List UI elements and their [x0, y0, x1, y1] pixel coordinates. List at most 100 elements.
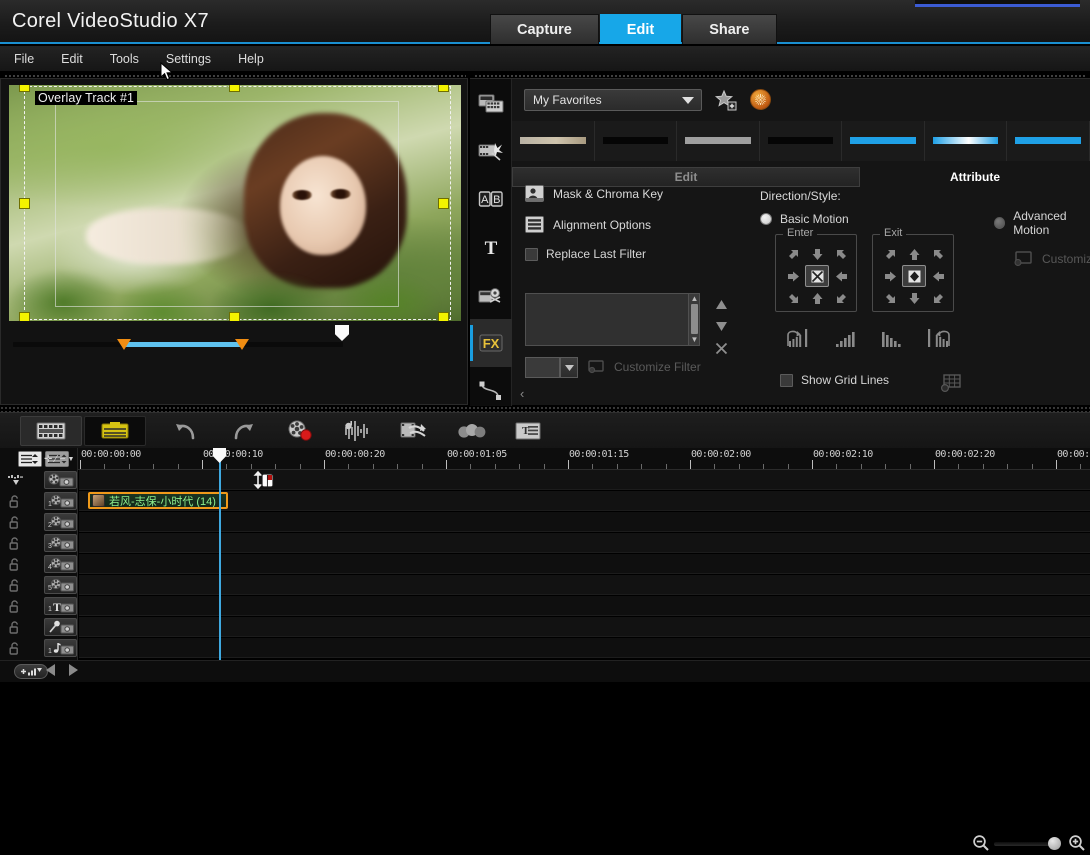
- track-lane-overlay-2[interactable]: [79, 512, 1090, 532]
- track-button-overlay-4[interactable]: 4: [44, 555, 77, 573]
- zoom-out-button[interactable]: [972, 834, 990, 852]
- rail-title-button[interactable]: T: [470, 223, 512, 271]
- track-collapse-icon[interactable]: [8, 474, 23, 486]
- track-lane-overlay-1[interactable]: 若风-志保-小时代 (14): [79, 491, 1090, 511]
- timeline-ruler[interactable]: 00:00:00:00 00:00:00:10 00:00:00:20 00:0…: [78, 448, 1090, 470]
- collapse-panel-arrow-icon[interactable]: ‹: [520, 386, 524, 401]
- library-thumbnail[interactable]: [594, 121, 678, 161]
- replace-last-filter-checkbox[interactable]: [525, 247, 538, 261]
- enter-dir-top[interactable]: [805, 243, 829, 265]
- library-options-orb-button[interactable]: [750, 89, 771, 110]
- resize-handle-bottom-center[interactable]: [229, 312, 240, 321]
- track-button-overlay-2[interactable]: 2: [44, 513, 77, 531]
- resize-handle-bottom-left[interactable]: [19, 312, 30, 321]
- mix-audio-button[interactable]: [326, 416, 388, 446]
- rail-fx-button[interactable]: FX: [470, 319, 512, 367]
- motion-tracking-button[interactable]: [440, 416, 502, 446]
- customize-motion-row[interactable]: Customize: [1012, 250, 1090, 268]
- fade-in-effect-button[interactable]: [777, 324, 823, 350]
- move-filter-up-button[interactable]: [710, 293, 732, 315]
- enter-dir-left[interactable]: [781, 265, 805, 287]
- subtitle-editor-button[interactable]: T: [497, 416, 559, 446]
- track-lane-music[interactable]: [79, 638, 1090, 658]
- track-lane-overlay-5[interactable]: [79, 575, 1090, 595]
- track-lane-voice[interactable]: [79, 617, 1090, 637]
- exit-dir-top-left[interactable]: [878, 243, 902, 265]
- track-button-overlay-3[interactable]: 3: [44, 534, 77, 552]
- redo-button[interactable]: [212, 416, 274, 446]
- timeline-clip[interactable]: 若风-志保-小时代 (14): [88, 492, 228, 509]
- add-to-favorites-button[interactable]: [714, 89, 740, 111]
- exit-dir-top[interactable]: [902, 243, 926, 265]
- preview-scrub-bar[interactable]: [13, 337, 343, 351]
- zoom-in-effect-button[interactable]: [823, 324, 869, 350]
- exit-dir-top-right[interactable]: [926, 243, 950, 265]
- enter-dir-top-left[interactable]: [781, 243, 805, 265]
- menu-edit[interactable]: Edit: [61, 52, 83, 66]
- customize-filter-row[interactable]: Customize Filter: [586, 359, 701, 375]
- timeline-view-button[interactable]: [84, 416, 146, 446]
- basic-motion-radio[interactable]: [760, 213, 772, 225]
- track-button-overlay-1[interactable]: 1: [44, 492, 77, 510]
- lock-icon[interactable]: [9, 495, 21, 508]
- library-thumbnail[interactable]: [1007, 121, 1090, 161]
- enter-dir-right[interactable]: [829, 265, 853, 287]
- exit-dir-bottom-left[interactable]: [878, 287, 902, 309]
- filter-preset-dropdown[interactable]: [560, 357, 578, 378]
- resize-handle-top-right[interactable]: [438, 85, 449, 92]
- add-track-button[interactable]: [14, 664, 48, 679]
- rail-transition-button[interactable]: A B: [470, 175, 512, 223]
- menu-file[interactable]: File: [14, 52, 34, 66]
- tab-capture[interactable]: Capture: [490, 14, 599, 44]
- advanced-motion-radio[interactable]: [994, 217, 1006, 229]
- track-lane-title[interactable]: [79, 596, 1090, 616]
- enter-dir-bottom[interactable]: [805, 287, 829, 309]
- alignment-options-row[interactable]: Alignment Options: [525, 216, 651, 233]
- enter-dir-bottom-right[interactable]: [829, 287, 853, 309]
- fade-out-effect-button[interactable]: [915, 324, 961, 350]
- lock-icon[interactable]: [9, 600, 21, 613]
- resize-handle-bottom-right[interactable]: [438, 312, 449, 321]
- show-grid-lines-checkbox[interactable]: [780, 373, 793, 387]
- record-capture-button[interactable]: [269, 416, 331, 446]
- track-button-music[interactable]: 1: [44, 639, 77, 657]
- enter-dir-center-selected[interactable]: [805, 265, 829, 287]
- rail-graphic-button[interactable]: [470, 271, 512, 319]
- rail-filter-button[interactable]: [470, 127, 512, 175]
- scroll-down-arrow-icon[interactable]: ▼: [690, 336, 699, 344]
- trim-in-marker[interactable]: [117, 339, 131, 350]
- filters-scrollbar-thumb[interactable]: [691, 304, 698, 334]
- resize-handle-top-center[interactable]: [229, 85, 240, 92]
- track-manager-icon[interactable]: [18, 451, 42, 467]
- exit-dir-bottom-right[interactable]: [926, 287, 950, 309]
- replace-last-filter-row[interactable]: Replace Last Filter: [525, 247, 646, 261]
- lock-icon[interactable]: [9, 558, 21, 571]
- lock-icon[interactable]: [9, 537, 21, 550]
- lock-icon[interactable]: [9, 621, 21, 634]
- preview-stage[interactable]: [9, 85, 461, 321]
- lock-icon[interactable]: [9, 642, 21, 655]
- advanced-motion-radio-row[interactable]: Advanced Motion: [994, 209, 1090, 237]
- exit-dir-left[interactable]: [878, 265, 902, 287]
- favorites-dropdown[interactable]: My Favorites: [524, 89, 702, 111]
- library-thumbnail[interactable]: [924, 121, 1008, 161]
- track-add-remove-header[interactable]: ✛ ⁄ − ▼: [44, 452, 78, 466]
- tab-edit[interactable]: Edit: [599, 14, 682, 44]
- move-filter-down-button[interactable]: [710, 315, 732, 337]
- basic-motion-radio-row[interactable]: Basic Motion: [760, 212, 849, 226]
- track-lane-overlay-4[interactable]: [79, 554, 1090, 574]
- zoom-in-button[interactable]: [1068, 834, 1086, 852]
- library-thumbnail[interactable]: [759, 121, 843, 161]
- track-lane-video[interactable]: [79, 470, 1090, 490]
- plus-minus-icon[interactable]: ✛ ⁄ −: [44, 454, 65, 465]
- undo-button[interactable]: [155, 416, 217, 446]
- menu-help[interactable]: Help: [238, 52, 264, 66]
- menu-settings[interactable]: Settings: [166, 52, 211, 66]
- zoom-out-effect-button[interactable]: [869, 324, 915, 350]
- scroll-right-icon[interactable]: [69, 664, 78, 676]
- exit-dir-right[interactable]: [926, 265, 950, 287]
- library-thumbnail[interactable]: [842, 121, 925, 161]
- chevron-down-icon[interactable]: ▼: [67, 456, 74, 463]
- applied-filters-list[interactable]: ▲ ▼: [525, 293, 700, 346]
- track-button-overlay-5[interactable]: 5: [44, 576, 77, 594]
